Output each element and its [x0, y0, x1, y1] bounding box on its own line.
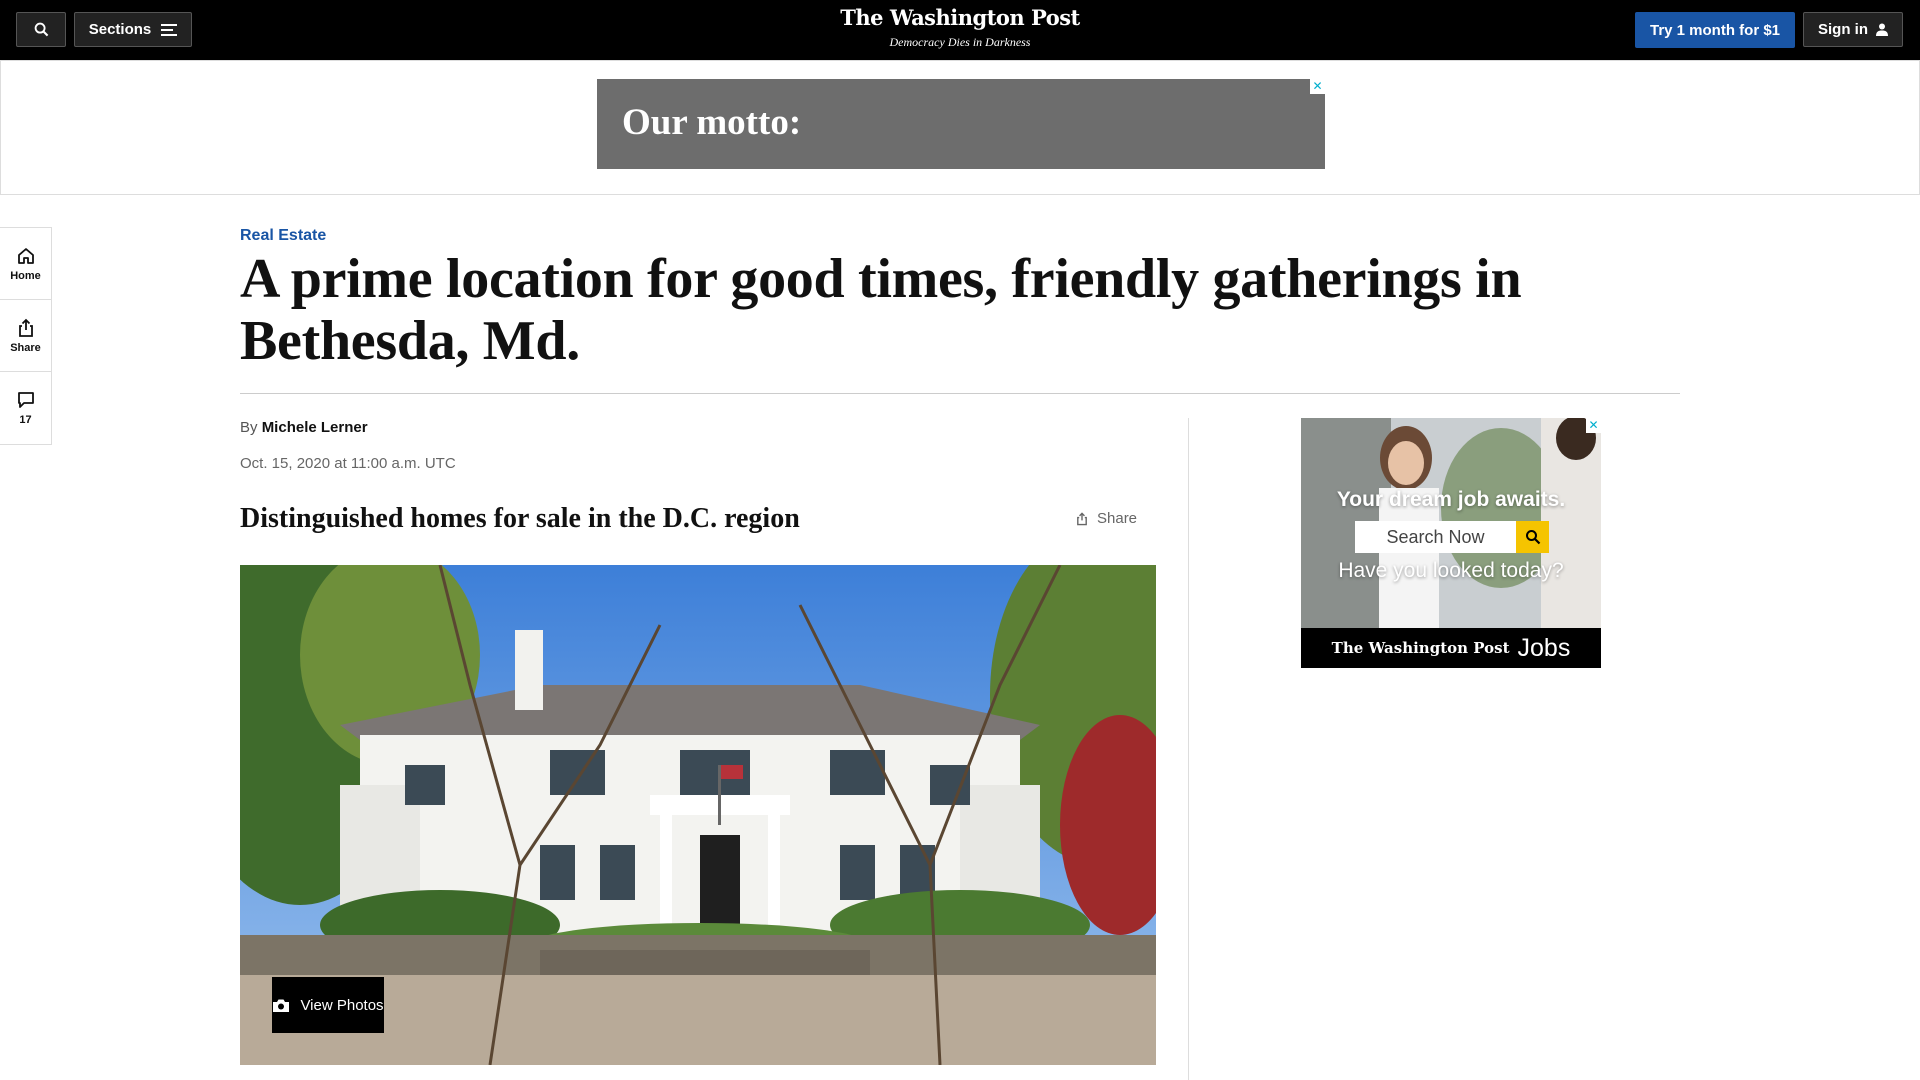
header-divider: [240, 393, 1680, 394]
jobs-sidebar-ad[interactable]: Your dream job awaits. Search Now Have y…: [1301, 418, 1601, 668]
ad-question: Have you looked today?: [1338, 559, 1564, 582]
article-headline: A prime location for good times, friendl…: [240, 248, 1522, 372]
view-photos-button[interactable]: View Photos: [272, 977, 384, 1033]
gallery-share-button[interactable]: Share: [1075, 510, 1137, 527]
comment-icon: [17, 392, 34, 408]
site-logo: The Washington Post Democracy Dies in Da…: [0, 5, 1920, 50]
search-icon: [1525, 530, 1540, 545]
logo-wordmark[interactable]: The Washington Post: [0, 5, 1920, 30]
camera-icon: [273, 999, 290, 1012]
top-banner-ad[interactable]: Our motto: ✕: [597, 79, 1325, 169]
ad-headline: Your dream job awaits.: [1336, 488, 1566, 511]
gallery-share-label: Share: [1097, 510, 1138, 527]
share-icon: [18, 318, 33, 337]
author-link[interactable]: Michele Lerner: [262, 419, 368, 436]
share-icon: [1077, 511, 1087, 525]
ad-search-button[interactable]: [1516, 521, 1549, 553]
ad-brand-logo: The Washington Post: [1331, 639, 1510, 657]
left-action-rail: Home Share 17: [0, 227, 52, 445]
publish-date: Oct. 15, 2020 at 11:00 a.m. UTC: [240, 455, 456, 472]
sign-in-label: Sign in: [1818, 21, 1868, 38]
sign-in-button[interactable]: Sign in: [1803, 12, 1903, 47]
section-kicker-link[interactable]: Real Estate: [240, 227, 326, 245]
ad-close-icon[interactable]: ✕: [1586, 418, 1601, 433]
top-ad-band: Our motto: ✕: [0, 60, 1920, 195]
subscribe-button[interactable]: Try 1 month for $1: [1635, 12, 1795, 48]
top-navigation-bar: Sections The Washington Post Democracy D…: [0, 0, 1920, 60]
ad-motto-text: Our motto:: [622, 102, 802, 143]
rail-share-button[interactable]: Share: [0, 300, 51, 372]
rail-home-label: Home: [10, 269, 41, 282]
rail-share-label: Share: [10, 341, 41, 354]
byline-prefix: By: [240, 419, 258, 436]
rail-comments-count: 17: [19, 414, 32, 426]
ad-search-input[interactable]: Search Now: [1355, 521, 1516, 553]
rail-comments-button[interactable]: 17: [0, 372, 51, 444]
gallery-title: Distinguished homes for sale in the D.C.…: [240, 503, 800, 534]
byline: By Michele Lerner: [240, 419, 368, 436]
user-icon: [1876, 23, 1888, 36]
view-photos-label: View Photos: [300, 996, 384, 1014]
rail-home-button[interactable]: Home: [0, 228, 51, 300]
ad-jobs-label: Jobs: [1517, 633, 1571, 662]
lead-photo[interactable]: View Photos: [240, 565, 1156, 1065]
logo-motto: Democracy Dies in Darkness: [889, 35, 1031, 49]
ad-brand-bar: The Washington Post Jobs: [1301, 628, 1601, 668]
column-divider: [1188, 418, 1189, 1080]
ad-close-icon[interactable]: ✕: [1310, 79, 1325, 94]
home-icon: [17, 247, 34, 264]
